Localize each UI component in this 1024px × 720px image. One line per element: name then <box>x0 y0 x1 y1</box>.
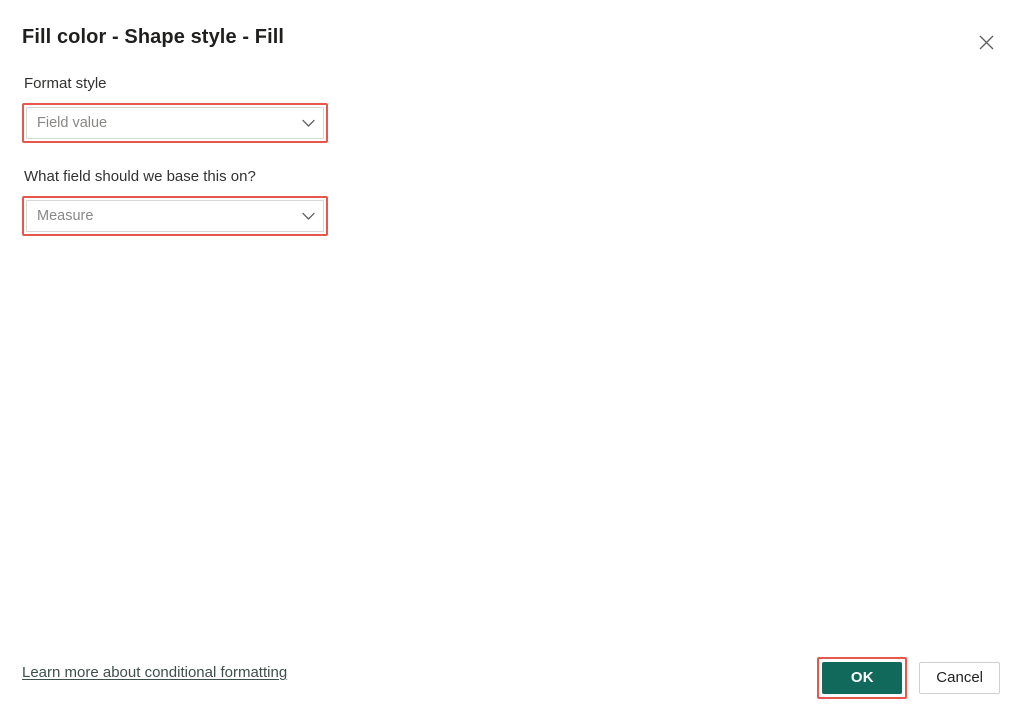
footer-actions: OK Cancel <box>817 657 1000 699</box>
format-style-highlight: Field value <box>22 103 328 143</box>
base-field-value: Measure <box>37 208 94 224</box>
ok-button-highlight: OK <box>817 657 908 699</box>
base-field-highlight: Measure <box>22 196 328 236</box>
ok-button[interactable]: OK <box>822 662 903 694</box>
dialog-header: Fill color - Shape style - Fill <box>0 0 1024 78</box>
format-style-label: Format style <box>24 75 107 92</box>
close-button[interactable] <box>970 26 1002 58</box>
page-title: Fill color - Shape style - Fill <box>22 26 285 48</box>
cancel-button[interactable]: Cancel <box>919 662 1000 694</box>
dialog-footer: Learn more about conditional formatting … <box>0 640 1024 720</box>
conditional-formatting-dialog: Fill color - Shape style - Fill Format s… <box>0 0 1024 720</box>
base-field-dropdown[interactable]: Measure <box>26 200 324 232</box>
chevron-down-icon[interactable] <box>293 212 323 221</box>
dialog-body: Format style Field value What field shou… <box>0 70 1024 650</box>
base-field-label: What field should we base this on? <box>24 168 256 185</box>
base-field-field-group: What field should we base this on? Measu… <box>22 167 328 236</box>
close-icon <box>979 35 994 50</box>
learn-more-link[interactable]: Learn more about conditional formatting <box>22 664 287 681</box>
format-style-dropdown[interactable]: Field value <box>26 107 324 139</box>
format-style-value: Field value <box>37 115 108 131</box>
format-style-field-group: Format style Field value <box>22 74 328 143</box>
chevron-down-icon[interactable] <box>293 119 323 128</box>
